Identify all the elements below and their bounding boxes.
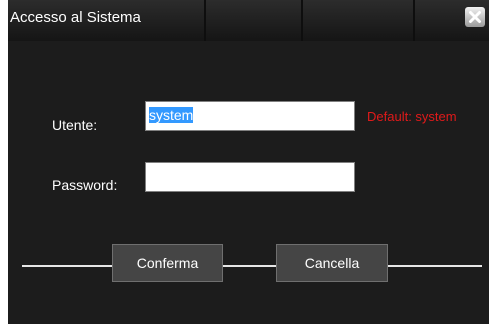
title-bar-divider xyxy=(413,0,415,41)
confirm-button[interactable]: Conferma xyxy=(112,244,223,282)
password-input[interactable] xyxy=(145,162,355,192)
title-bar-divider xyxy=(301,0,303,41)
login-dialog: Accesso al Sistema Utente: system Defaul… xyxy=(8,0,489,324)
window-title: Accesso al Sistema xyxy=(10,9,141,26)
password-label: Password: xyxy=(52,177,118,193)
cancel-button[interactable]: Cancella xyxy=(276,244,388,282)
divider xyxy=(22,265,482,267)
close-icon xyxy=(469,11,481,23)
user-label: Utente: xyxy=(52,117,98,133)
close-button[interactable] xyxy=(465,7,485,27)
title-bar-divider xyxy=(204,0,206,41)
title-bar: Accesso al Sistema xyxy=(8,0,489,41)
user-input[interactable]: system xyxy=(145,101,355,131)
dialog-body: Utente: system Default: system Password:… xyxy=(8,41,489,324)
user-default-hint: Default: system xyxy=(367,109,457,124)
user-input-value: system xyxy=(149,107,194,123)
